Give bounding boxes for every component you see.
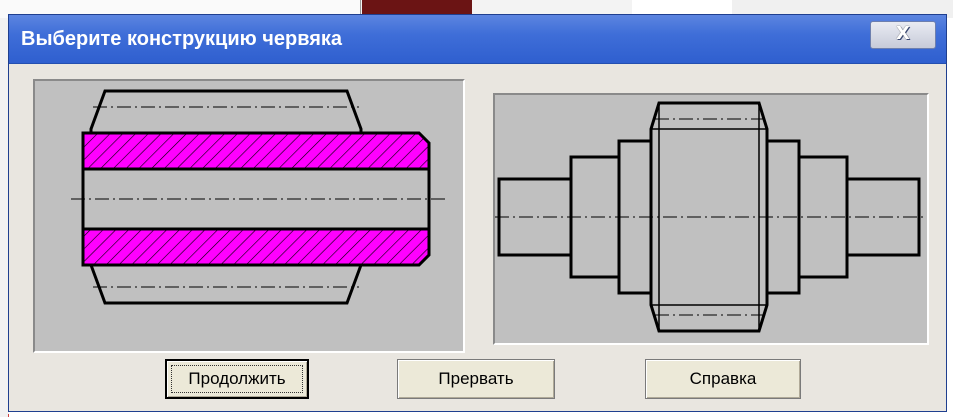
focus-rectangle (171, 365, 303, 393)
dialog-title: Выберите конструкцию червяка (21, 28, 343, 50)
hatched-section-top (81, 131, 431, 171)
help-button[interactable]: Справка (645, 359, 801, 399)
close-button[interactable]: X (870, 21, 936, 49)
help-button-label: Справка (689, 369, 757, 388)
close-icon: X (896, 23, 910, 44)
option-hollow-worm[interactable] (33, 79, 465, 353)
continue-button[interactable]: Продолжить (165, 359, 309, 399)
shaft-worm-drawing (495, 101, 927, 333)
hollow-worm-drawing (71, 89, 445, 305)
abort-button-label: Прервать (438, 369, 514, 388)
title-bar[interactable]: Выберите конструкцию червяка X (9, 15, 946, 64)
option-shaft-worm[interactable] (493, 93, 929, 345)
abort-button[interactable]: Прервать (397, 359, 555, 399)
worm-design-dialog: Выберите конструкцию червяка X Продолжит… (8, 14, 947, 412)
hatched-section-bottom (81, 227, 431, 267)
